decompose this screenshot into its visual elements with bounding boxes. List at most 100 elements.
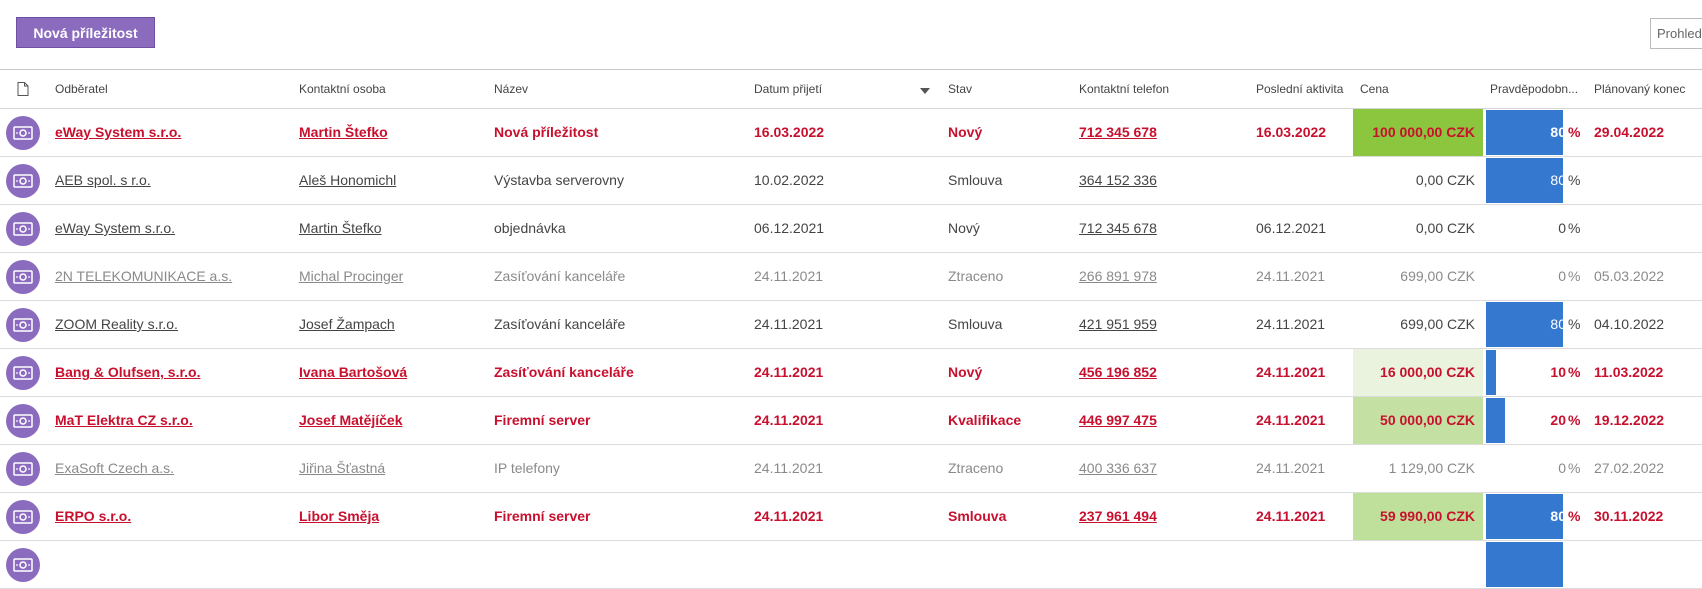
phone-cell[interactable] [1079, 541, 1239, 588]
status-text [948, 541, 1068, 588]
contact-cell[interactable]: Josef Žampach [299, 301, 484, 348]
customer-link[interactable]: ExaSoft Czech a.s. [55, 460, 174, 476]
customer-link[interactable]: 2N TELEKOMUNIKACE a.s. [55, 268, 232, 284]
contact-link[interactable]: Aleš Honomichl [299, 172, 396, 188]
opportunity-icon[interactable] [6, 308, 40, 342]
column-header-received[interactable]: Datum přijetí [754, 70, 904, 108]
column-header-planned-end[interactable]: Plánovaný konec [1594, 70, 1702, 108]
phone-cell[interactable]: 712 345 678 [1079, 205, 1239, 252]
phone-cell[interactable]: 456 196 852 [1079, 349, 1239, 396]
opportunity-icon[interactable] [6, 452, 40, 486]
opportunity-icon[interactable] [6, 500, 40, 534]
phone-link[interactable]: 712 345 678 [1079, 220, 1157, 236]
opportunity-icon[interactable] [6, 116, 40, 150]
customer-cell[interactable]: eWay System s.r.o. [55, 205, 265, 252]
opportunity-icon[interactable] [6, 164, 40, 198]
contact-link[interactable]: Josef Matějíček [299, 412, 403, 428]
customer-cell[interactable]: ERPO s.r.o. [55, 493, 265, 540]
status-text: Smlouva [948, 172, 1003, 188]
search-input[interactable] [1650, 18, 1702, 49]
phone-link[interactable]: 364 152 336 [1079, 172, 1157, 188]
phone-cell[interactable]: 237 961 494 [1079, 493, 1239, 540]
phone-cell[interactable]: 421 951 959 [1079, 301, 1239, 348]
contact-cell[interactable]: Libor Směja [299, 493, 484, 540]
document-icon[interactable] [17, 82, 29, 96]
price-cell: 0,00 CZK [1415, 220, 1475, 236]
contact-link[interactable]: Michal Procinger [299, 268, 403, 284]
phone-link[interactable]: 266 891 978 [1079, 268, 1157, 284]
customer-cell[interactable] [55, 541, 265, 588]
phone-cell[interactable]: 712 345 678 [1079, 109, 1239, 156]
price-cell [1353, 541, 1483, 588]
column-header-name[interactable]: Název [494, 70, 714, 108]
customer-link[interactable]: Bang & Olufsen, s.r.o. [55, 364, 200, 380]
opportunity-icon[interactable] [6, 212, 40, 246]
contact-cell[interactable]: Jiřina Šťastná [299, 445, 484, 492]
column-header-price[interactable]: Cena [1360, 70, 1460, 108]
customer-link[interactable]: ERPO s.r.o. [55, 508, 131, 524]
customer-cell[interactable]: AEB spol. s r.o. [55, 157, 265, 204]
contact-link[interactable]: Josef Žampach [299, 316, 395, 332]
opportunity-icon[interactable] [6, 356, 40, 390]
probability-percent-sign: % [1568, 316, 1581, 332]
customer-cell[interactable]: Bang & Olufsen, s.r.o. [55, 349, 265, 396]
table-row[interactable]: 2N TELEKOMUNIKACE a.s. Michal Procinger Za… [0, 253, 1702, 301]
new-opportunity-button[interactable]: Nová příležitost [16, 17, 155, 48]
table-row[interactable] [0, 541, 1702, 589]
table-row[interactable]: Bang & Olufsen, s.r.o. Ivana Bartošová Zas… [0, 349, 1702, 397]
customer-cell[interactable]: MaT Elektra CZ s.r.o. [55, 397, 265, 444]
table-row[interactable]: eWay System s.r.o. Martin Štefko objednávk… [0, 205, 1702, 253]
contact-link[interactable]: Martin Štefko [299, 220, 381, 236]
column-header-probability[interactable]: Pravděpodobn... [1490, 70, 1582, 108]
opportunity-icon[interactable] [6, 260, 40, 294]
customer-link[interactable]: ZOOM Reality s.r.o. [55, 316, 178, 332]
phone-link[interactable]: 456 196 852 [1079, 364, 1157, 380]
opportunity-icon[interactable] [6, 404, 40, 438]
customer-cell[interactable]: ExaSoft Czech a.s. [55, 445, 265, 492]
phone-link[interactable]: 446 997 475 [1079, 412, 1157, 428]
opportunity-icon[interactable] [6, 548, 40, 582]
probability-cell [1486, 541, 1582, 588]
contact-cell[interactable] [299, 541, 484, 588]
planned-end-date: 05.03.2022 [1594, 268, 1665, 284]
contact-cell[interactable]: Martin Štefko [299, 109, 484, 156]
price-cell: 50 000,00 CZK [1353, 397, 1483, 444]
contact-cell[interactable]: Ivana Bartošová [299, 349, 484, 396]
customer-cell[interactable]: eWay System s.r.o. [55, 109, 265, 156]
customer-cell[interactable]: ZOOM Reality s.r.o. [55, 301, 265, 348]
contact-link[interactable]: Libor Směja [299, 508, 379, 524]
contact-cell[interactable]: Aleš Honomichl [299, 157, 484, 204]
contact-link[interactable]: Jiřina Šťastná [299, 460, 385, 476]
phone-link[interactable]: 237 961 494 [1079, 508, 1157, 524]
column-header-status[interactable]: Stav [948, 70, 1058, 108]
table-row[interactable]: ExaSoft Czech a.s. Jiřina Šťastná IP telef… [0, 445, 1702, 493]
table-row[interactable]: MaT Elektra CZ s.r.o. Josef Matějíček Fire… [0, 397, 1702, 445]
table-row[interactable]: eWay System s.r.o. Martin Štefko Nová příl… [0, 109, 1702, 157]
column-header-last-activity[interactable]: Poslední aktivita [1256, 70, 1356, 108]
customer-link[interactable]: eWay System s.r.o. [55, 124, 181, 140]
phone-cell[interactable]: 446 997 475 [1079, 397, 1239, 444]
column-header-phone[interactable]: Kontaktní telefon [1079, 70, 1229, 108]
table-row[interactable]: AEB spol. s r.o. Aleš Honomichl Výstavba s… [0, 157, 1702, 205]
phone-link[interactable]: 400 336 637 [1079, 460, 1157, 476]
table-row[interactable]: ERPO s.r.o. Libor Směja Firemní server 24.1… [0, 493, 1702, 541]
contact-cell[interactable]: Michal Procinger [299, 253, 484, 300]
phone-cell[interactable]: 364 152 336 [1079, 157, 1239, 204]
customer-link[interactable]: MaT Elektra CZ s.r.o. [55, 412, 193, 428]
phone-cell[interactable]: 400 336 637 [1079, 445, 1239, 492]
customer-link[interactable]: eWay System s.r.o. [55, 220, 175, 236]
contact-cell[interactable]: Martin Štefko [299, 205, 484, 252]
phone-link[interactable]: 421 951 959 [1079, 316, 1157, 332]
customer-link[interactable]: AEB spol. s r.o. [55, 172, 151, 188]
contact-link[interactable]: Ivana Bartošová [299, 364, 407, 380]
last-activity-date: 24.11.2021 [1256, 412, 1326, 428]
column-header-contact[interactable]: Kontaktní osoba [299, 70, 479, 108]
column-header-customer[interactable]: Odběratel [55, 70, 255, 108]
contact-cell[interactable]: Josef Matějíček [299, 397, 484, 444]
table-row[interactable]: ZOOM Reality s.r.o. Josef Žampach Zasíťová… [0, 301, 1702, 349]
contact-link[interactable]: Martin Štefko [299, 124, 388, 140]
phone-cell[interactable]: 266 891 978 [1079, 253, 1239, 300]
phone-link[interactable]: 712 345 678 [1079, 124, 1157, 140]
customer-cell[interactable]: 2N TELEKOMUNIKACE a.s. [55, 253, 265, 300]
sort-descending-icon[interactable] [920, 88, 930, 94]
